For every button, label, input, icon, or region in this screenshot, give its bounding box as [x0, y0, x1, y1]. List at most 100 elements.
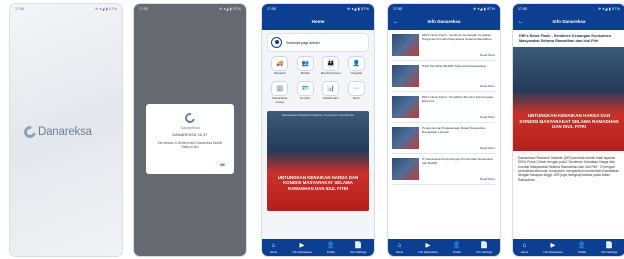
nav-label: Profile — [326, 249, 335, 254]
news-thumbnail — [392, 65, 419, 87]
status-time: 17:55 — [393, 6, 402, 11]
article-headline: DRI's News Flash - Sentimen Keuangan Kon… — [519, 34, 612, 43]
status-indicators: ⊕ ▾◢ ▮ 87% — [598, 6, 620, 11]
doc-icon: 📄 — [480, 241, 489, 249]
nav-label: Profile — [452, 249, 461, 254]
app-header: ← Info Danareksa — [388, 13, 500, 30]
nav-info[interactable]: ▶ Info Danareksa — [293, 242, 312, 254]
nav-home[interactable]: ⌂ Home — [396, 242, 403, 254]
news-title: DRI's News Flash - Sentimen Keuangan Ken… — [422, 33, 492, 41]
back-arrow-icon[interactable]: ← — [393, 19, 399, 25]
menu-item-mobile[interactable]: 👥 Mobile — [294, 57, 318, 79]
article-image: UNTUNGKAN KENAIKAN HARGA DAN KONDISI MAS… — [513, 47, 624, 152]
article-body: Danareksa Research Institute (DRI) kemba… — [518, 156, 620, 182]
news-item[interactable]: IT Danareksa Kerja Dengan Pemerintah Dan… — [392, 157, 496, 185]
nav-label: Doc Settings — [476, 249, 493, 254]
status-time: 17:55 — [518, 6, 527, 11]
news-item[interactable]: DRI's News Flash - Pemilihan Menurut Par… — [392, 95, 496, 123]
menu-item-dashboard[interactable]: 📊 Dashboard — [319, 82, 343, 104]
info-list-screen: 17:55 ⊕ ▾◢ ▮ 87% ← Info Danareksa DRI's … — [388, 4, 500, 256]
nav-label: Home — [520, 249, 529, 254]
menu-item-more[interactable]: ⋯ More — [345, 82, 369, 104]
status-bar: 17:55 ⊕ ▾◢ ▮ 87% — [513, 4, 624, 13]
banner-headline: UNTUNGKAN KENAIKAN HARGA DAN KONDISI MAS… — [277, 175, 359, 191]
status-time: 17:55 — [139, 6, 148, 11]
nav-home[interactable]: ⌂ Home — [270, 242, 277, 254]
app-header: ← Info Danareksa — [513, 13, 624, 30]
menu-label: E-Card — [300, 96, 311, 100]
read-more-link[interactable]: Read More — [480, 53, 495, 57]
menu-item-danareksa-group[interactable]: 🏢 Danareksa Group — [268, 82, 292, 104]
menu-label: Danareksa Group — [272, 96, 288, 104]
read-more-link[interactable]: Read More — [480, 115, 495, 119]
status-bar: 17:55 ⊕ ▾◢ ▮ 87% — [388, 4, 500, 13]
building-icon: 🏢 — [272, 82, 288, 95]
news-title: IT Danareksa Kerja Dengan Pemerintah Dan… — [422, 157, 493, 165]
read-more-link[interactable]: Read More — [480, 146, 495, 150]
status-bar: 17:55 ⊕ ▾◢ ▮ 87% — [134, 4, 246, 13]
nav-label: Doc Settings — [350, 249, 367, 254]
nav-docs[interactable]: 📄 Doc Settings — [350, 242, 366, 254]
status-time: 17:55 — [15, 6, 24, 11]
nav-profile[interactable]: 👤 Profile — [327, 242, 335, 254]
menu-item-dispatch[interactable]: 🚚 Dispatch — [268, 57, 292, 79]
nav-info[interactable]: ▶ Info Danareksa — [419, 242, 438, 254]
page-title: Info Danareksa — [552, 19, 586, 24]
nav-docs[interactable]: 📄 Doc Settings — [601, 242, 617, 254]
nav-label: Doc Settings — [601, 249, 618, 254]
nav-label: Info Danareksa — [543, 249, 563, 254]
menu-label: Mobile — [300, 71, 310, 75]
home-icon: ⌂ — [522, 241, 527, 249]
menu-label: More — [352, 96, 360, 100]
news-thumbnail — [392, 34, 419, 56]
welcome-text: Selamat pagi admin — [286, 40, 320, 45]
dialog-message: Info terbaru & Berita terkini Danareksa … — [157, 141, 223, 150]
bottom-nav: ⌂ Home ▶ Info Danareksa 👤 Profile 📄 Doc Sett… — [262, 239, 374, 256]
logo-text: Danareksa — [38, 126, 92, 138]
app-header: Home — [262, 13, 374, 30]
nav-info[interactable]: ▶ Info Danareksa — [544, 242, 563, 254]
menu-item-meeting-room[interactable]: 👨‍👩‍👦 Meeting Room — [319, 57, 343, 79]
doc-icon: 📄 — [605, 241, 614, 249]
news-thumbnail — [392, 96, 419, 118]
nav-label: Home — [269, 249, 278, 254]
nav-home[interactable]: ⌂ Home — [521, 242, 528, 254]
menu-item-e-card[interactable]: 🪪 E-Card — [294, 82, 318, 104]
news-item[interactable]: Hasil Pemilihan BUMN Hasil Acara Danarek… — [392, 64, 496, 92]
article-screen: 17:55 ⊕ ▾◢ ▮ 87% ← Info Danareksa DRI's … — [513, 4, 624, 256]
dialog-brand: Danareksa — [180, 125, 200, 130]
home-screen: 17:55 ⊕ ▾◢ ▮ 87% Home Selamat pagi admin… — [262, 4, 374, 256]
profile-icon: 👤 — [577, 241, 586, 249]
banner-caption: Danareksa Research Institute | Consumer … — [282, 113, 354, 117]
page-title: Info Danareksa — [427, 19, 461, 24]
status-indicators: ⊕ ▾◢ ▮ 87% — [219, 6, 241, 11]
play-icon: ▶ — [550, 241, 556, 249]
nav-docs[interactable]: 📄 Doc Settings — [476, 242, 492, 254]
doc-icon: 📄 — [354, 241, 363, 249]
news-banner[interactable]: Danareksa Research Institute | Consumer … — [267, 111, 369, 211]
nav-profile[interactable]: 👤 Profile — [578, 242, 586, 254]
status-bar: 17:55 ⊕ ▾◢ ▮ 87% — [10, 4, 122, 13]
nav-label: Info Danareksa — [418, 249, 438, 254]
play-icon: ▶ — [299, 241, 305, 249]
danareksa-logo-icon — [21, 123, 39, 141]
status-indicators: ⊕ ▾◢ ▮ 87% — [347, 6, 369, 11]
read-more-link[interactable]: Read More — [480, 84, 495, 88]
read-more-link[interactable]: Read More — [480, 177, 495, 181]
status-bar: 17:55 ⊕ ▾◢ ▮ 87% — [262, 4, 374, 13]
news-thumbnail — [392, 127, 419, 149]
news-item[interactable]: Pengumuman Pelaksanaan Rapat Danareksa R… — [392, 126, 496, 154]
back-arrow-icon[interactable]: ← — [518, 19, 524, 25]
news-title: Pengumuman Pelaksanaan Rapat Danareksa R… — [422, 126, 485, 134]
dialog-ok-button[interactable]: OK — [220, 163, 225, 167]
news-item[interactable]: DRI's News Flash - Sentimen Keuangan Ken… — [392, 33, 496, 61]
menu-item-hospital[interactable]: 👤 Hospital — [345, 57, 369, 79]
more-icon: ⋯ — [348, 82, 364, 95]
notification-screen: 17:55 ⊕ ▾◢ ▮ 87% Danareksa DANAREKSA 16.… — [134, 4, 246, 256]
article-image-headline: UNTUNGKAN KENAIKAN HARGA DAN KONDISI MAS… — [519, 113, 619, 130]
status-indicators: ⊕ ▾◢ ▮ 87% — [95, 6, 117, 11]
home-icon: ⌂ — [397, 241, 402, 249]
nav-profile[interactable]: 👤 Profile — [453, 242, 461, 254]
welcome-card[interactable]: Selamat pagi admin — [268, 34, 368, 51]
status-indicators: ⊕ ▾◢ ▮ 87% — [473, 6, 495, 11]
